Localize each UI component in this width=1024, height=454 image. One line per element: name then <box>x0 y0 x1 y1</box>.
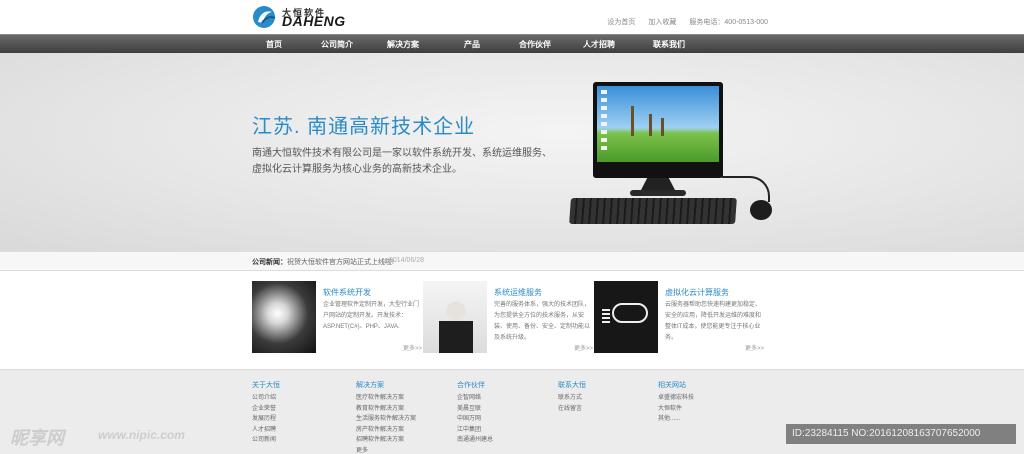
news-ticker: 公司新闻： 祝贺大恒软件官方网站正式上线啦! 2014/06/28 <box>0 251 1024 271</box>
top-header: 大恒软件 DAHENG 设为首页 加入收藏 服务电话：400-0513-000 <box>0 0 1024 34</box>
nav-item-products[interactable]: 产品 <box>456 35 488 54</box>
watermark-url: www.nipic.com <box>98 428 185 442</box>
logo-en-text: DAHENG <box>282 13 346 29</box>
footer-link[interactable]: 中国万网 <box>457 414 493 425</box>
footer-link[interactable]: 其他...... <box>658 414 694 425</box>
footer-link[interactable]: 人才招聘 <box>252 425 280 436</box>
footer-column-contact: 联系大恒 联系方式 在线留言 <box>558 380 586 414</box>
footer-link[interactable]: 公司新闻 <box>252 435 280 446</box>
windmill-image <box>631 106 634 136</box>
cloud-icon <box>612 303 648 323</box>
footer-column-title[interactable]: 合作伙伴 <box>457 380 493 390</box>
nav-item-careers[interactable]: 人才招聘 <box>570 35 628 54</box>
footer-link[interactable]: 房产软件解决方案 <box>356 425 416 436</box>
mouse-image <box>750 200 772 220</box>
hero-intro: 南通大恒软件技术有限公司是一家以软件系统开发、系统运维服务、虚拟化云计算服务为核… <box>252 148 552 175</box>
footer-link[interactable]: 江中集团 <box>457 425 493 436</box>
software-dev-thumbnail[interactable] <box>252 281 316 353</box>
feature-title[interactable]: 系统运维服务 <box>494 287 542 298</box>
news-date: 2014/06/28 <box>389 257 425 264</box>
footer-column-about: 关于大恒 公司介绍 企业荣誉 发展历程 人才招聘 公司新闻 <box>252 380 280 446</box>
footer-link[interactable]: 生活服务软件解决方案 <box>356 414 416 425</box>
footer-link[interactable]: 在线留言 <box>558 404 586 415</box>
windmill-image <box>661 118 664 136</box>
watermark-id-banner: ID:23284115 NO:20161208163707652000 <box>786 424 1016 444</box>
footer-link[interactable]: 南通通州建总 <box>457 435 493 446</box>
feature-card-software: 软件系统开发 企业管理软件定制开发，大型行业门户网站的定制开发。开发技术：ASP… <box>252 281 422 361</box>
footer-column-solutions: 解决方案 医疗软件解决方案 教育软件解决方案 生活服务软件解决方案 房产软件解决… <box>356 380 416 454</box>
footer-link[interactable]: 大恒软件 <box>658 404 694 415</box>
footer-column-title[interactable]: 联系大恒 <box>558 380 586 390</box>
feature-description: 完善的服务体系，强大的技术团队，为您提供全方位的技术服务，从安装、使用、备份、安… <box>494 302 591 341</box>
footer-link[interactable]: 发展历程 <box>252 414 280 425</box>
footer-link[interactable]: 联系方式 <box>558 393 586 404</box>
ops-service-thumbnail[interactable] <box>423 281 487 353</box>
feature-card-ops: 系统运维服务 完善的服务体系，强大的技术团队，为您提供全方位的技术服务，从安装、… <box>423 281 593 361</box>
desktop-icons <box>601 90 607 150</box>
monitor-base <box>630 190 686 196</box>
footer-link[interactable]: 招聘软件解决方案 <box>356 435 416 446</box>
footer-link[interactable]: 医疗软件解决方案 <box>356 393 416 404</box>
footer-link[interactable]: 企业荣誉 <box>252 404 280 415</box>
footer-column-related: 相关网站 卓盛德宏科技 大恒软件 其他...... <box>658 380 694 425</box>
footer-link[interactable]: 企智网络 <box>457 393 493 404</box>
cloud-lines-icon <box>602 309 610 323</box>
set-homepage-link[interactable]: 设为首页 <box>607 17 635 27</box>
more-link[interactable]: 更多>> <box>745 343 764 352</box>
windmill-image <box>649 114 652 136</box>
footer-column-title[interactable]: 解决方案 <box>356 380 416 390</box>
hero-headline: 江苏. 南通高新技术企业 <box>252 116 476 138</box>
feature-section: 软件系统开发 企业管理软件定制开发，大型行业门户网站的定制开发。开发技术：ASP… <box>0 271 1024 369</box>
cloud-service-thumbnail[interactable] <box>594 281 658 353</box>
nav-item-partners[interactable]: 合作伙伴 <box>506 35 564 54</box>
footer-link[interactable]: 美晨互联 <box>457 404 493 415</box>
feature-card-cloud: 虚拟化云计算服务 云服务器帮助您快速构建更加稳定、安全的应用，降低开发运维的难度… <box>594 281 764 361</box>
footer-link[interactable]: 公司介绍 <box>252 393 280 404</box>
computer-monitor-image <box>593 82 723 178</box>
nav-item-home[interactable]: 首页 <box>258 35 290 54</box>
feature-description: 云服务器帮助您快速构建更加稳定、安全的应用，降低开发运维的难度和整体IT成本，使… <box>665 302 762 341</box>
logo-mark-icon <box>253 6 276 28</box>
service-phone: 服务电话：400-0513-000 <box>689 19 768 26</box>
nav-item-contact[interactable]: 联系我们 <box>640 35 698 54</box>
nav-item-about[interactable]: 公司简介 <box>308 35 366 54</box>
person-image <box>439 299 473 353</box>
news-headline-link[interactable]: 祝贺大恒软件官方网站正式上线啦! <box>287 257 394 267</box>
nav-item-solutions[interactable]: 解决方案 <box>374 35 432 54</box>
more-link[interactable]: 更多>> <box>574 343 593 352</box>
footer-link[interactable]: 卓盛德宏科技 <box>658 393 694 404</box>
footer-column-title[interactable]: 相关网站 <box>658 380 694 390</box>
keyboard-image <box>569 198 737 224</box>
footer-column-title[interactable]: 关于大恒 <box>252 380 280 390</box>
more-link[interactable]: 更多>> <box>403 343 422 352</box>
footer-link[interactable]: 更多 <box>356 446 416 454</box>
news-label: 公司新闻： <box>252 259 287 266</box>
footer-link[interactable]: 教育软件解决方案 <box>356 404 416 415</box>
feature-description: 企业管理软件定制开发，大型行业门户网站的定制开发。开发技术：ASP.NET(C#… <box>323 302 420 330</box>
add-favorite-link[interactable]: 加入收藏 <box>648 17 676 27</box>
feature-title[interactable]: 软件系统开发 <box>323 287 371 298</box>
feature-title[interactable]: 虚拟化云计算服务 <box>665 287 729 298</box>
top-links: 设为首页 加入收藏 服务电话：400-0513-000 <box>607 17 768 27</box>
main-nav: 首页 公司简介 解决方案 产品 合作伙伴 人才招聘 联系我们 <box>0 34 1024 53</box>
watermark-logo-text: 昵享网 <box>10 428 64 448</box>
footer-column-partners: 合作伙伴 企智网络 美晨互联 中国万网 江中集团 南通通州建总 <box>457 380 493 446</box>
monitor-screen <box>597 86 719 162</box>
